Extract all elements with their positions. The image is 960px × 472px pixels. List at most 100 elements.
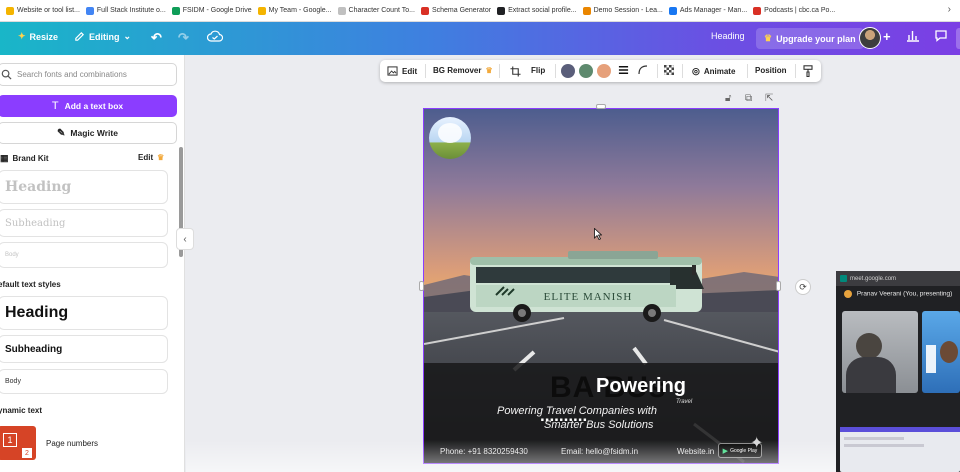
meet-pip-window[interactable]: meet.google.com Pranav Veerani (You, pre… <box>836 271 960 472</box>
checker-icon <box>664 65 674 75</box>
brand-kit-edit-button[interactable]: Edit ♛ <box>138 153 164 162</box>
add-text-box-button[interactable]: T Add a text box <box>0 95 177 117</box>
bookmark-item[interactable]: Extract social profile... <box>497 6 577 15</box>
participant-video-tile[interactable] <box>922 311 960 393</box>
default-body-style[interactable]: Body <box>0 369 168 394</box>
bookmark-item[interactable]: Demo Session - Lea... <box>582 6 663 15</box>
brand-heading-style[interactable]: Heading <box>0 170 168 204</box>
magic-pen-icon: ✎ <box>57 127 66 139</box>
phone-text[interactable]: Phone: +91 8320259430 <box>440 447 528 456</box>
presenter-avatar-icon <box>844 290 852 298</box>
crop-button[interactable] <box>510 66 521 77</box>
bookmark-favicon <box>668 6 677 15</box>
bookmark-item[interactable]: Character Count To... <box>337 6 415 15</box>
play-store-icon: ▶ <box>722 447 729 455</box>
border-style-button[interactable] <box>618 65 629 75</box>
default-subheading-style[interactable]: Subheading <box>0 335 168 363</box>
color-swatch[interactable] <box>561 64 575 78</box>
bookmark-favicon <box>85 6 94 15</box>
toolbar-divider <box>682 64 683 78</box>
add-page-icon[interactable]: ⇱ <box>765 93 773 104</box>
crown-icon: ♛ <box>764 33 773 43</box>
text-panel: Search fonts and combinations T Add a te… <box>0 55 185 472</box>
bookmark-item[interactable]: Podcasts | cbc.ca Po... <box>753 6 835 15</box>
undo-button[interactable]: ↶ <box>151 30 162 46</box>
color-swatch[interactable] <box>597 64 611 78</box>
duplicate-page-icon[interactable]: ⧉ <box>745 93 752 104</box>
page-number-frame-icon: 1 <box>3 433 17 447</box>
cloud-save-button[interactable] <box>207 30 223 42</box>
bookmark-item[interactable]: Ads Manager - Man... <box>668 6 747 15</box>
rotate-button[interactable]: ⟳ <box>795 279 811 295</box>
bookmark-favicon <box>497 6 506 15</box>
resize-handle[interactable] <box>419 281 424 291</box>
design-canvas[interactable]: ELITE MANISH BA BUs Powering Powering Tr… <box>423 108 779 464</box>
magic-write-button[interactable]: ✎ Magic Write <box>0 122 177 144</box>
user-avatar[interactable] <box>859 27 881 49</box>
flip-button[interactable]: Flip <box>531 66 545 75</box>
sparkle-icon: ✦ <box>18 31 26 41</box>
edit-image-button[interactable]: Edit <box>387 66 417 76</box>
corner-rounding-button[interactable] <box>638 65 648 75</box>
bookmark-item[interactable]: Full Stack Institute o... <box>85 6 166 15</box>
bookmark-favicon <box>420 6 429 15</box>
shared-screen-preview <box>840 427 960 472</box>
animate-icon: ◎ <box>692 66 700 76</box>
mouse-cursor-icon <box>594 228 602 240</box>
participant-silhouette <box>846 357 896 393</box>
comments-button[interactable] <box>934 29 948 42</box>
page-numbers-label[interactable]: Page numbers <box>46 439 98 448</box>
comment-icon <box>935 30 947 42</box>
brand-subheading-style[interactable]: Subheading <box>0 209 168 237</box>
toolbar-divider <box>499 64 500 78</box>
position-button[interactable]: Position <box>755 66 787 75</box>
resize-handle[interactable] <box>596 104 606 109</box>
share-button[interactable] <box>956 28 960 49</box>
bookmark-item[interactable]: FSIDM - Google Drive <box>171 6 252 15</box>
rotate-icon: ⟳ <box>799 281 807 292</box>
screen-preview-bar <box>840 427 960 432</box>
resize-handle[interactable] <box>776 281 781 291</box>
bookmark-favicon <box>6 6 14 15</box>
dynamic-text-header: ynamic text <box>0 406 43 415</box>
website-text[interactable]: Website.in <box>677 447 714 456</box>
bookmark-item[interactable]: Schema Generator <box>420 6 491 15</box>
crown-icon: ♛ <box>157 153 165 162</box>
color-swatch[interactable] <box>579 64 593 78</box>
animate-button[interactable]: ◎ Animate <box>692 66 735 77</box>
upgrade-plan-button[interactable]: ♛ Upgrade your plan <box>756 28 864 49</box>
insights-button[interactable] <box>906 29 920 42</box>
collapse-panel-button[interactable]: ‹ <box>176 228 194 250</box>
add-collaborator-button[interactable]: + <box>883 29 891 44</box>
bookmarks-overflow-icon[interactable]: › <box>948 4 952 15</box>
participant-video-tile[interactable] <box>842 311 918 393</box>
bg-remover-button[interactable]: BG Remover ♛ <box>433 66 493 75</box>
redo-button[interactable]: ↷ <box>178 30 189 46</box>
pencil-icon <box>75 31 85 41</box>
toolbar-divider <box>555 64 556 78</box>
bus-image: ELITE MANISH <box>470 251 704 322</box>
page-numbers-thumbnail[interactable]: 1 2 <box>0 426 36 460</box>
transparency-button[interactable] <box>664 65 674 75</box>
bookmarks-bar: Website or tool list... Full Stack Insti… <box>0 0 960 22</box>
travel-tag-text[interactable]: Travel <box>676 399 692 405</box>
bookmark-favicon <box>582 6 591 15</box>
corner-curve-icon <box>638 65 648 75</box>
headline-white-text[interactable]: Powering <box>596 375 686 398</box>
plus-icon: + <box>883 29 891 44</box>
chevron-left-icon: ‹ <box>183 233 187 245</box>
brand-body-style[interactable]: Body <box>0 242 168 268</box>
bookmark-item[interactable]: My Team - Google... <box>257 6 332 15</box>
resize-button[interactable]: ✦ Resize <box>18 31 58 42</box>
heading-label: Heading <box>711 31 745 41</box>
crop-icon <box>510 66 521 77</box>
tagline-line2-text[interactable]: Smarter Bus Solutions <box>544 419 653 431</box>
copy-style-button[interactable] <box>803 65 813 77</box>
lines-icon <box>618 66 629 74</box>
email-text[interactable]: Email: hello@fsidm.in <box>561 447 638 456</box>
editing-mode-dropdown[interactable]: Editing ⌄ <box>74 31 131 42</box>
default-heading-style[interactable]: Heading <box>0 296 168 330</box>
bookmark-item[interactable]: Website or tool list... <box>6 6 80 15</box>
font-search-input[interactable]: Search fonts and combinations <box>0 63 177 86</box>
lock-icon[interactable]: 🔓︎ <box>725 93 731 104</box>
